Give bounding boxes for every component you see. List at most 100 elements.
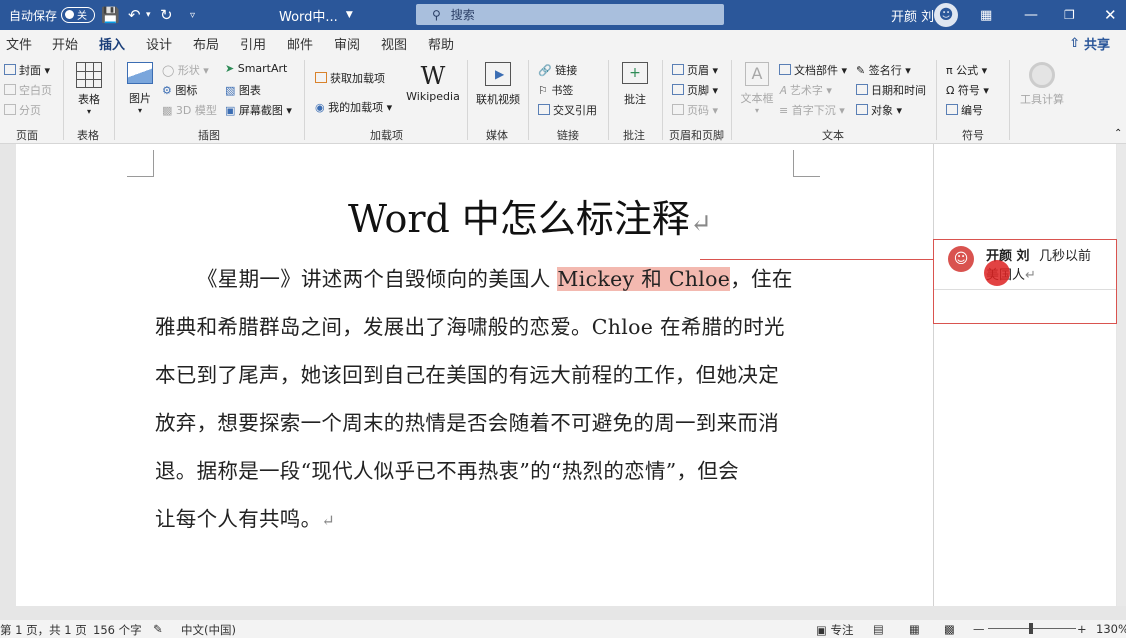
get-addins-button[interactable]: 获取加载项 (315, 70, 385, 86)
pictures-icon (127, 62, 153, 84)
numbering-button[interactable]: 编号 (946, 102, 983, 118)
quick-parts-button[interactable]: 文档部件 ▾ (779, 62, 847, 78)
user-avatar[interactable]: ☻ (934, 0, 958, 30)
document-heading[interactable]: Word 中怎么标注释↵ (348, 188, 712, 243)
wikipedia-label: Wikipedia (406, 90, 460, 103)
paragraph-line[interactable]: 让每个人有共鸣。↵ (155, 502, 805, 532)
tab-review[interactable]: 审阅 (334, 34, 360, 53)
online-video-label: 联机视频 (476, 93, 520, 106)
tab-layout[interactable]: 布局 (193, 34, 219, 53)
wordart-button[interactable]: 𝐴 艺术字 ▾ (779, 82, 832, 98)
tab-design[interactable]: 设计 (146, 34, 172, 53)
page-number-button[interactable]: 页码 ▾ (672, 102, 718, 118)
blank-page-icon (4, 84, 16, 95)
web-layout-icon[interactable]: ▩ (944, 622, 955, 636)
zoom-out-icon[interactable]: — (973, 622, 985, 636)
collapse-ribbon-icon[interactable]: ⌃ (1114, 128, 1122, 139)
online-video-button[interactable]: ▶ 联机视频 (476, 62, 520, 107)
comment-card[interactable]: ☺ 开颜 刘 几秒以前 美国人↵ (933, 239, 1117, 324)
chart-button[interactable]: ▧ 图表 (225, 82, 261, 98)
text-box-button[interactable]: A 文本框 ▾ (739, 62, 775, 115)
table-button[interactable]: 表格 ▾ (73, 62, 105, 116)
icons-button[interactable]: ⚙ 图标 (162, 82, 197, 98)
zoom-level[interactable]: 130% (1096, 622, 1126, 636)
document-title[interactable]: Word中... ▼ (279, 0, 353, 30)
proofing-icon[interactable]: ✎ (153, 622, 163, 636)
shapes-icon: ◯ (162, 64, 178, 77)
screenshot-button[interactable]: ▣ 屏幕截图 ▾ (225, 102, 292, 118)
customize-qat-icon[interactable]: ▿ (190, 0, 195, 30)
zoom-in-icon[interactable]: + (1077, 622, 1087, 636)
share-button[interactable]: ⇧ 共享 (1065, 32, 1114, 55)
paragraph-line[interactable]: 放弃，想要探索一个周末的热情是否会随着不可避免的周一到来而消 (155, 406, 805, 436)
page-count[interactable]: 第 1 页，共 1 页 (0, 622, 87, 638)
print-layout-icon[interactable]: ▦ (909, 622, 920, 636)
tab-references[interactable]: 引用 (240, 34, 266, 53)
cover-page-button[interactable]: 封面 ▾ (4, 62, 50, 78)
autosave-toggle[interactable]: 关 (61, 7, 96, 23)
pictures-label: 图片 (129, 92, 151, 105)
tab-insert[interactable]: 插入 (99, 34, 126, 59)
pictures-button[interactable]: 图片 ▾ (124, 62, 156, 115)
page-break-button[interactable]: 分页 (4, 102, 41, 118)
page-break-label: 分页 (19, 104, 41, 117)
icons-icon: ⚙ (162, 84, 176, 97)
signature-line-button[interactable]: ✎ 签名行 ▾ (856, 62, 911, 78)
wikipedia-button[interactable]: W Wikipedia (406, 62, 460, 103)
minimize-icon[interactable]: — (1024, 0, 1038, 30)
ribbon-display-icon[interactable]: ▦ (980, 0, 992, 30)
shapes-button[interactable]: ◯ 形状 ▾ (162, 62, 209, 78)
symbol-button[interactable]: Ω 符号 ▾ (946, 82, 989, 98)
tab-view[interactable]: 视图 (381, 34, 407, 53)
tab-mailings[interactable]: 邮件 (287, 34, 313, 53)
read-mode-icon[interactable]: ▤ (873, 622, 884, 636)
get-addins-label: 获取加载项 (330, 72, 385, 85)
paragraph-line[interactable]: 退。据称是一段“现代人似乎已不再热衷”的“热烈的恋情”，但会 (155, 454, 805, 484)
group-symbols-label: 符号 (962, 129, 984, 142)
restore-icon[interactable]: ❐ (1064, 0, 1075, 30)
mouse-cursor-highlight (984, 260, 1010, 286)
drop-cap-button[interactable]: ≡ 首字下沉 ▾ (779, 102, 845, 118)
tool-calc-button[interactable]: 工具计算 (1016, 62, 1068, 107)
footer-button[interactable]: 页脚 ▾ (672, 82, 718, 98)
link-button[interactable]: 🔗 链接 (538, 62, 577, 78)
paragraph-line[interactable]: 雅典和希腊群岛之间，发展出了海啸般的恋爱。Chloe 在希腊的时光 (155, 310, 805, 340)
equation-button[interactable]: π 公式 ▾ (946, 62, 987, 78)
my-addins-button[interactable]: ◉ 我的加载项 ▾ (315, 99, 392, 115)
tab-help[interactable]: 帮助 (428, 34, 454, 53)
tab-file[interactable]: 文件 (6, 34, 32, 53)
object-button[interactable]: 对象 ▾ (856, 102, 902, 118)
line-text: 《星期一》讲述两个自毁倾向的美国人 (197, 267, 558, 291)
date-time-button[interactable]: 日期和时间 (856, 82, 926, 98)
vertical-scrollbar[interactable] (1117, 144, 1126, 606)
autosave[interactable]: 自动保存 关 (9, 0, 96, 30)
comment-connector-line (700, 259, 933, 260)
focus-mode-button[interactable]: ▣ 专注 (816, 622, 854, 638)
paragraph-line[interactable]: 《星期一》讲述两个自毁倾向的美国人 Mickey 和 Chloe，住在 (197, 262, 847, 292)
header-button[interactable]: 页眉 ▾ (672, 62, 718, 78)
blank-page-button[interactable]: 空白页 (4, 82, 52, 98)
save-icon[interactable]: 💾 (101, 0, 120, 30)
commented-text-highlight[interactable]: Mickey 和 Chloe (557, 267, 731, 291)
word-count[interactable]: 156 个字 (93, 622, 142, 638)
paragraph-line[interactable]: 本已到了尾声，她该回到自己在美国的有远大前程的工作，但她决定 (155, 358, 805, 388)
user-name[interactable]: 开颜 刘 (891, 0, 934, 30)
undo-dropdown-icon[interactable]: ▾ (146, 0, 151, 30)
cross-reference-button[interactable]: 交叉引用 (538, 102, 597, 118)
crop-mark (793, 150, 820, 177)
bookmark-button[interactable]: ⚐ 书签 (538, 82, 573, 98)
tab-home[interactable]: 开始 (52, 34, 78, 53)
3d-models-button[interactable]: ▩ 3D 模型 (162, 102, 217, 118)
paragraph-mark-icon: ↵ (321, 511, 336, 530)
search-box[interactable]: ⚲ 搜索 (416, 4, 724, 25)
new-comment-button[interactable]: + 批注 (618, 62, 652, 107)
close-icon[interactable]: ✕ (1104, 0, 1117, 30)
divider (936, 60, 937, 140)
smartart-button[interactable]: ➤ SmartArt (225, 62, 287, 75)
zoom-slider-thumb[interactable] (1029, 623, 1033, 634)
title-bar: 自动保存 关 💾 ↶ ▾ ↻ ▿ Word中... ▼ ⚲ 搜索 开颜 刘 ☻ ▦ … (0, 0, 1126, 30)
undo-icon[interactable]: ↶ (128, 0, 141, 30)
language-status[interactable]: 中文(中国) (181, 622, 236, 638)
redo-icon[interactable]: ↻ (160, 0, 173, 30)
blank-page-label: 空白页 (19, 84, 52, 97)
